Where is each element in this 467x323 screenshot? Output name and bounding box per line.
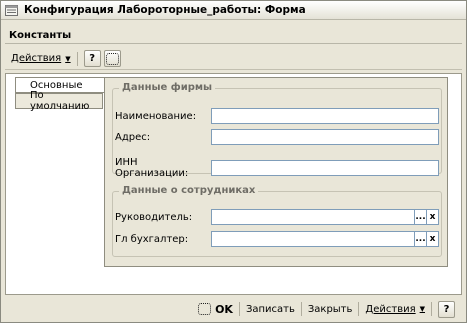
toolbar: Действия ▼ ? <box>5 48 462 70</box>
form-icon <box>5 4 18 16</box>
inn-input[interactable] <box>211 160 439 176</box>
address-label: Адрес: <box>115 131 151 143</box>
company-name-row: Наименование: <box>115 108 439 124</box>
company-name-label: Наименование: <box>115 110 197 122</box>
footer-actions-label: Действия <box>365 303 416 315</box>
footer-actions-menu-button[interactable]: Действия ▼ <box>365 304 425 315</box>
tab-list: Основные По умолчанию <box>15 77 104 112</box>
dotted-frame-icon <box>198 303 212 315</box>
tab-main-label: Основные <box>30 79 83 91</box>
staff-group-title: Данные о сотрудниках <box>119 185 259 196</box>
toolbar-separator <box>76 51 78 66</box>
help-button[interactable]: ? <box>83 50 101 67</box>
accountant-select-button[interactable]: ... <box>415 231 427 247</box>
close-label: Закрыть <box>307 303 353 315</box>
footer-separator <box>238 302 240 316</box>
actions-menu-label: Действия <box>11 53 62 64</box>
ellipsis-icon: ... <box>415 234 426 244</box>
company-group-title: Данные фирмы <box>119 82 216 93</box>
actions-menu-button[interactable]: Действия ▼ <box>11 53 71 64</box>
ok-button[interactable]: OK <box>198 303 233 316</box>
form-footer: OK Записать Закрыть Действия ▼ ? <box>5 298 462 320</box>
director-clear-button[interactable]: x <box>427 209 439 225</box>
dotted-frame-icon <box>105 52 119 65</box>
accountant-label: Гл бухгалтер: <box>115 233 189 245</box>
footer-separator <box>358 302 360 316</box>
footer-separator <box>431 302 432 316</box>
accountant-input[interactable] <box>211 231 415 247</box>
ellipsis-icon: ... <box>415 212 426 222</box>
accountant-row: Гл бухгалтер: ... x <box>115 231 439 247</box>
close-icon: x <box>429 212 436 222</box>
form-title: Константы <box>9 30 72 41</box>
chevron-down-icon: ▼ <box>419 305 425 313</box>
footer-separator <box>300 302 302 316</box>
chevron-down-icon: ▼ <box>65 54 71 63</box>
director-input[interactable] <box>211 209 415 225</box>
inn-label: ИНН Организации: <box>115 157 189 179</box>
close-icon: x <box>429 234 436 244</box>
window-titlebar: Конфигурация Лабороторные_работы: Форма <box>1 1 466 20</box>
company-name-input[interactable] <box>211 108 439 124</box>
tab-defaults-label: По умолчанию <box>30 90 90 112</box>
accountant-clear-button[interactable]: x <box>427 231 439 247</box>
close-button[interactable]: Закрыть <box>308 304 353 315</box>
director-row: Руководитель: ... x <box>115 209 439 225</box>
form-window: Конфигурация Лабороторные_работы: Форма … <box>0 0 467 323</box>
footer-help-button[interactable]: ? <box>438 300 455 318</box>
company-group: Данные фирмы Наименование: Адрес: ИНН Ор… <box>112 82 442 179</box>
save-label: Записать <box>245 303 295 315</box>
inn-row: ИНН Организации: <box>115 157 439 179</box>
window-title: Конфигурация Лабороторные_работы: Форма <box>24 4 306 16</box>
ok-label: OK <box>215 302 233 316</box>
save-button[interactable]: Записать <box>246 304 295 315</box>
select-mode-button[interactable] <box>103 50 121 67</box>
footer-help-label: ? <box>443 303 450 315</box>
address-row: Адрес: <box>115 129 439 145</box>
staff-group: Данные о сотрудниках Руководитель: ... x… <box>112 185 442 257</box>
tab-defaults[interactable]: По умолчанию <box>15 90 103 112</box>
tab-panel: Данные фирмы Наименование: Адрес: ИНН Ор… <box>104 77 448 267</box>
director-select-button[interactable]: ... <box>415 209 427 225</box>
help-label: ? <box>89 53 95 64</box>
form-header: Константы <box>5 28 462 44</box>
director-label: Руководитель: <box>115 211 193 223</box>
address-input[interactable] <box>211 129 439 145</box>
